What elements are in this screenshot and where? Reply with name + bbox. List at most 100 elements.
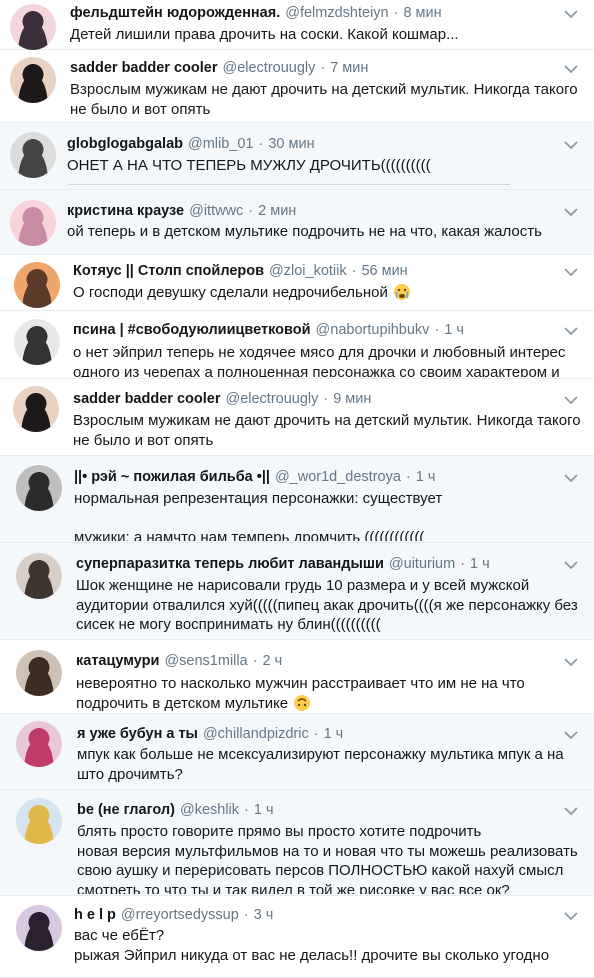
display-name[interactable]: globglogabgalab xyxy=(67,136,183,152)
timestamp[interactable]: 2 ч xyxy=(263,653,283,669)
avatar[interactable] xyxy=(14,319,60,365)
display-name[interactable]: be (не глагол) xyxy=(77,802,175,818)
tweet-text: о нет эйприл теперь не ходячее мясо для … xyxy=(73,343,590,377)
tweet[interactable]: кристина краузе @ittwwc · 2 мин ой теперь и … xyxy=(0,190,594,255)
avatar[interactable] xyxy=(16,721,62,767)
separator-dot: · xyxy=(248,203,254,219)
tweet-text-content: вас че ебЁт? рыжая Эйприл никуда от вас … xyxy=(74,927,550,964)
tweet[interactable]: globglogabgalab @mlib_01 · 30 мин ОНЕТ А НА … xyxy=(0,123,594,190)
tweet-text: мпук как больше не мсексуализируют персо… xyxy=(77,745,590,784)
tweet[interactable]: суперпаразитка теперь любит лавандыши @ui… xyxy=(0,543,594,640)
tweet-text: нормальная репрезентация персонажки: сущ… xyxy=(74,489,590,541)
avatar[interactable] xyxy=(16,798,62,844)
tweet-header: псина | #свободуюлиицветковой @nabortupih… xyxy=(73,321,464,339)
user-handle[interactable]: @nabortupihbukv xyxy=(316,322,430,338)
user-handle[interactable]: @zloi_kotiik xyxy=(269,263,347,279)
separator-dot: · xyxy=(244,802,249,818)
avatar[interactable] xyxy=(13,386,59,432)
chevron-down-icon[interactable] xyxy=(563,656,579,668)
display-name[interactable]: фельдштейн юдорожденная. xyxy=(70,5,280,21)
tweet-header: sadder badder cooler @electrouugly · 7 мин xyxy=(70,59,368,77)
timestamp[interactable]: 1 ч xyxy=(416,469,436,485)
timestamp[interactable]: 9 мин xyxy=(333,391,371,407)
display-name[interactable]: кристина краузе xyxy=(67,203,184,219)
timestamp[interactable]: 56 мин xyxy=(361,263,407,279)
avatar[interactable] xyxy=(10,132,56,178)
user-handle[interactable]: @_wor1d_destroya xyxy=(275,469,401,485)
timestamp[interactable]: 1 ч xyxy=(324,726,344,742)
avatar[interactable] xyxy=(16,465,62,511)
chevron-down-icon[interactable] xyxy=(563,206,579,218)
tweet[interactable]: Котяус || Столп спойлеров @zloi_kotiik · 56… xyxy=(0,255,594,311)
tweet[interactable]: sadder badder cooler @electrouugly · 9 мин В… xyxy=(0,379,594,456)
tweet-text-content: о нет эйприл теперь не ходячее мясо для … xyxy=(73,344,566,377)
tweet-text: блять просто говорите прямо вы просто хо… xyxy=(77,822,590,894)
tweet[interactable]: sadder badder cooler @electrouugly · 7 мин В… xyxy=(0,50,594,123)
tweet[interactable]: я уже бубун а ты @chillandpizdric · 1 ч мпук… xyxy=(0,714,594,790)
separator-dot: · xyxy=(351,263,357,279)
user-handle[interactable]: @uiturium xyxy=(389,556,455,572)
timestamp[interactable]: 30 мин xyxy=(268,136,314,152)
timestamp[interactable]: 2 мин xyxy=(258,203,296,219)
timestamp[interactable]: 1 ч xyxy=(470,556,490,572)
user-handle[interactable]: @ittwwc xyxy=(189,203,243,219)
chevron-down-icon[interactable] xyxy=(563,805,579,817)
chevron-down-icon[interactable] xyxy=(563,729,579,741)
display-name[interactable]: псина | #свободуюлиицветковой xyxy=(73,322,311,338)
tweet-header: globglogabgalab @mlib_01 · 30 мин xyxy=(67,135,315,153)
timestamp[interactable]: 7 мин xyxy=(330,60,368,76)
tweet-header: Котяус || Столп спойлеров @zloi_kotiik · 56… xyxy=(73,262,408,280)
chevron-down-icon[interactable] xyxy=(563,472,579,484)
avatar[interactable] xyxy=(10,57,56,103)
tweet[interactable]: ||• рэй ~ пожилая бильба •|| @_wor1d_dest… xyxy=(0,456,594,543)
timestamp[interactable]: 8 мин xyxy=(403,5,441,21)
timestamp[interactable]: 1 ч xyxy=(444,322,464,338)
chevron-down-icon[interactable] xyxy=(563,266,579,278)
display-name[interactable]: ||• рэй ~ пожилая бильба •|| xyxy=(74,469,270,485)
timestamp[interactable]: 3 ч xyxy=(254,907,274,923)
tweet-text: ой теперь и в детском мультике подрочить… xyxy=(67,222,590,242)
user-handle[interactable]: @electrouugly xyxy=(222,60,315,76)
tweet-header: h e l p @rreyortsedyssup · 3 ч xyxy=(74,906,273,924)
display-name[interactable]: суперпаразитка теперь любит лавандыши xyxy=(76,556,384,572)
avatar[interactable] xyxy=(16,905,62,951)
chevron-down-icon[interactable] xyxy=(563,325,579,337)
user-handle[interactable]: @rreyortsedyssup xyxy=(121,907,239,923)
user-handle[interactable]: @sens1milla xyxy=(164,653,247,669)
display-name[interactable]: h e l p xyxy=(74,907,116,923)
user-handle[interactable]: @felmzdshteiyn xyxy=(285,5,388,21)
chevron-down-icon[interactable] xyxy=(563,139,579,151)
display-name[interactable]: sadder badder cooler xyxy=(70,60,217,76)
tweet-text: ОНЕТ А НА ЧТО ТЕПЕРЬ МУЖЛУ ДРОЧИТЬ((((((… xyxy=(67,156,590,176)
avatar[interactable] xyxy=(16,553,62,599)
tweet-text-content: Взрослым мужикам не дают дрочить на детс… xyxy=(70,81,578,118)
display-name[interactable]: катацумури xyxy=(76,653,159,669)
chevron-down-icon[interactable] xyxy=(563,8,579,20)
tweet[interactable]: катацумури @sens1milla · 2 ч невероятно то н… xyxy=(0,640,594,714)
avatar[interactable] xyxy=(10,200,56,246)
display-name[interactable]: sadder badder cooler xyxy=(73,391,220,407)
chevron-down-icon[interactable] xyxy=(563,559,579,571)
chevron-down-icon[interactable] xyxy=(563,394,579,406)
separator-dot: · xyxy=(252,653,258,669)
tweet-header: я уже бубун а ты @chillandpizdric · 1 ч xyxy=(77,725,343,743)
tweet-header: катацумури @sens1milla · 2 ч xyxy=(76,652,282,670)
user-handle[interactable]: @mlib_01 xyxy=(188,136,254,152)
user-handle[interactable]: @keshlik xyxy=(180,802,239,818)
avatar[interactable] xyxy=(14,262,60,308)
tweet-text-content: О господи девушку сделали недрочибельной xyxy=(73,284,388,301)
chevron-down-icon[interactable] xyxy=(563,910,579,922)
tweet[interactable]: be (не глагол) @keshlik · 1 ч блять просто г… xyxy=(0,790,594,896)
chevron-down-icon[interactable] xyxy=(563,63,579,75)
avatar[interactable] xyxy=(10,4,56,50)
tweet[interactable]: псина | #свободуюлиицветковой @nabortupih… xyxy=(0,311,594,379)
tweet[interactable]: фельдштейн юдорожденная. @felmzdshteiyn · 8… xyxy=(0,0,594,51)
timestamp[interactable]: 1 ч xyxy=(254,802,274,818)
avatar[interactable] xyxy=(16,650,62,696)
user-handle[interactable]: @chillandpizdric xyxy=(203,726,309,742)
user-handle[interactable]: @electrouugly xyxy=(225,391,318,407)
tweet-text: О господи девушку сделали недрочибельной xyxy=(73,283,590,303)
display-name[interactable]: Котяус || Столп спойлеров xyxy=(73,263,264,279)
display-name[interactable]: я уже бубун а ты xyxy=(77,726,198,742)
tweet[interactable]: h e l p @rreyortsedyssup · 3 ч вас че ебЁт? … xyxy=(0,896,594,978)
